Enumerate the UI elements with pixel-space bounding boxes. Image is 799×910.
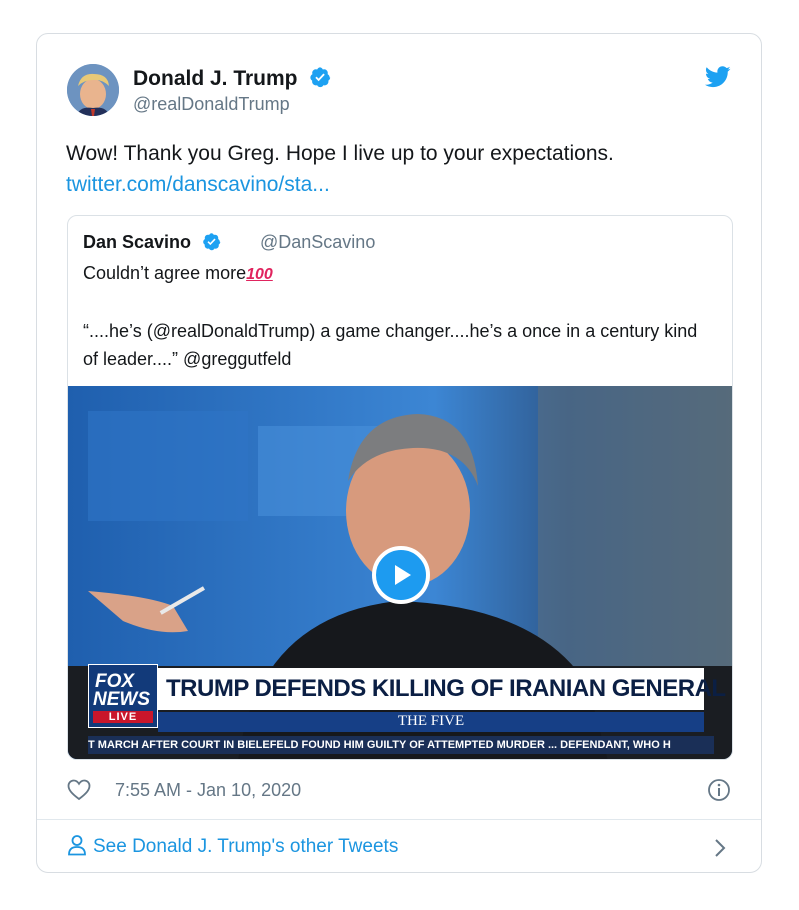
- play-button[interactable]: [372, 546, 430, 604]
- quoted-tweet-text: Couldn’t agree more: [83, 263, 247, 283]
- hundred-points-icon: 100: [246, 266, 273, 283]
- news-chyron: TRUMP DEFENDS KILLING OF IRANIAN GENERAL: [158, 668, 726, 710]
- quoted-author-name-text: Dan Scavino: [83, 232, 192, 252]
- quoted-tweet[interactable]: Dan Scavino @DanScavino Couldn’t agree m…: [67, 215, 733, 760]
- tweet-text: Wow! Thank you Greg. Hope I live up to y…: [66, 138, 726, 200]
- quoted-tweet-quote: “....he’s (@realDonaldTrump) a game chan…: [83, 321, 698, 369]
- play-icon: [395, 565, 411, 585]
- heart-icon[interactable]: [67, 779, 91, 801]
- author-handle[interactable]: @realDonaldTrump: [133, 94, 290, 115]
- twitter-bird-icon[interactable]: [705, 66, 731, 88]
- live-badge: LIVE: [93, 711, 153, 723]
- see-other-tweets-label: See Donald J. Trump's other Tweets: [93, 836, 399, 857]
- tweet-timestamp[interactable]: 7:55 AM - Jan 10, 2020: [115, 780, 301, 801]
- embedded-tweet-card: Donald J. Trump @realDonaldTrump Wow! Th…: [36, 33, 762, 873]
- avatar[interactable]: [67, 64, 119, 116]
- news-ticker: T MARCH AFTER COURT IN BIELEFELD FOUND H…: [88, 736, 714, 754]
- see-other-tweets-link[interactable]: See Donald J. Trump's other Tweets: [67, 834, 398, 858]
- author-name-text: Donald J. Trump: [133, 67, 298, 90]
- tweet-link[interactable]: twitter.com/danscavino/sta...: [66, 169, 726, 200]
- quoted-author-name[interactable]: Dan Scavino: [83, 232, 221, 253]
- person-icon: [68, 835, 86, 856]
- network-name-2: NEWS: [93, 689, 150, 710]
- show-name: THE FIVE: [397, 713, 465, 729]
- tweet-body: Wow! Thank you Greg. Hope I live up to y…: [66, 142, 614, 165]
- show-name-bar: THE FIVE: [158, 712, 704, 732]
- quoted-tweet-line: Couldn’t agree more100: [83, 263, 273, 284]
- verified-icon: [203, 233, 221, 251]
- video-thumbnail[interactable]: FOX NEWS LIVE TRUMP DEFENDS KILLING OF I…: [68, 386, 732, 759]
- chevron-right-icon[interactable]: [713, 838, 727, 858]
- author-name[interactable]: Donald J. Trump: [133, 66, 331, 91]
- divider: [37, 819, 761, 820]
- quoted-author-handle[interactable]: @DanScavino: [260, 232, 375, 253]
- fox-news-logo: FOX NEWS LIVE: [88, 664, 158, 728]
- chyron-headline: TRUMP DEFENDS KILLING OF IRANIAN GENERAL: [166, 675, 726, 702]
- verified-icon: [310, 67, 331, 88]
- info-icon[interactable]: [707, 778, 731, 802]
